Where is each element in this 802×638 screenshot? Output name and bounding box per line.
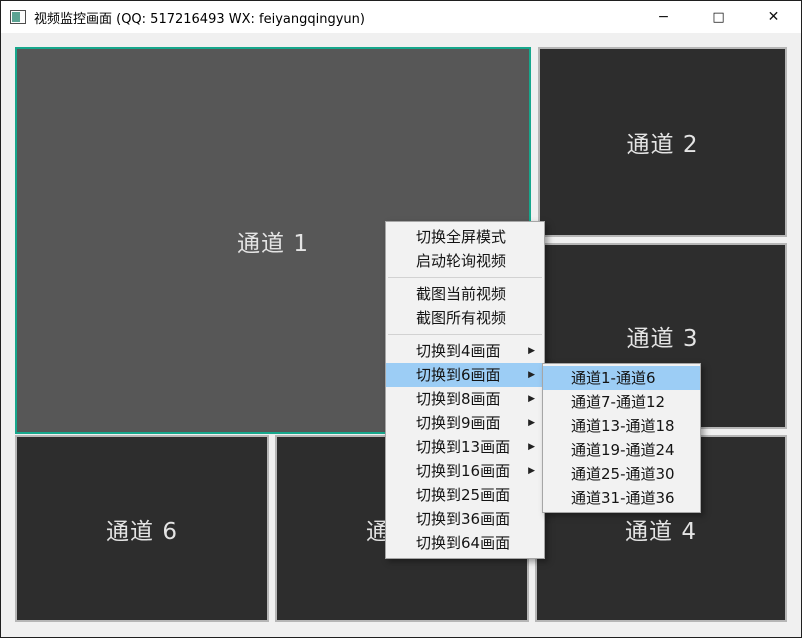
submenu-arrow-icon: ▶ <box>528 387 535 411</box>
menu-item-switch-13-screens[interactable]: 切换到13画面 ▶ <box>386 435 544 459</box>
menu-item-switch-16-screens[interactable]: 切换到16画面 ▶ <box>386 459 544 483</box>
channel-label: 通道 2 <box>627 125 699 159</box>
menu-item-switch-25-screens[interactable]: 切换到25画面 <box>386 483 544 507</box>
menu-item-snapshot-current[interactable]: 截图当前视频 <box>386 282 544 306</box>
window-controls: − □ ✕ <box>636 1 801 33</box>
video-cell-channel-2[interactable]: 通道 2 <box>538 47 787 237</box>
app-window: 视频监控画面 (QQ: 517216493 WX: feiyangqingyun… <box>0 0 802 638</box>
menu-item-switch-9-screens[interactable]: 切换到9画面 ▶ <box>386 411 544 435</box>
submenu-item-ch7-12[interactable]: 通道7-通道12 <box>543 390 700 414</box>
submenu-arrow-icon: ▶ <box>528 363 535 387</box>
app-icon <box>10 10 26 24</box>
menu-separator <box>388 334 542 335</box>
menu-item-label: 切换到6画面 <box>416 366 501 384</box>
submenu-item-ch31-36[interactable]: 通道31-通道36 <box>543 486 700 510</box>
menu-item-label: 切换到13画面 <box>416 438 510 456</box>
submenu-arrow-icon: ▶ <box>528 411 535 435</box>
maximize-button-icon[interactable]: □ <box>691 1 746 33</box>
channel-label: 通道 6 <box>106 512 178 546</box>
channel-label: 通道 4 <box>625 512 697 546</box>
menu-item-label: 切换到4画面 <box>416 342 501 360</box>
submenu-item-ch19-24[interactable]: 通道19-通道24 <box>543 438 700 462</box>
menu-item-label: 切换到8画面 <box>416 390 501 408</box>
menu-item-switch-36-screens[interactable]: 切换到36画面 <box>386 507 544 531</box>
menu-item-start-poll-video[interactable]: 启动轮询视频 <box>386 249 544 273</box>
menu-item-switch-4-screens[interactable]: 切换到4画面 ▶ <box>386 339 544 363</box>
menu-item-switch-64-screens[interactable]: 切换到64画面 <box>386 531 544 555</box>
submenu-arrow-icon: ▶ <box>528 339 535 363</box>
menu-item-switch-6-screens[interactable]: 切换到6画面 ▶ <box>386 363 544 387</box>
video-cell-channel-6[interactable]: 通道 6 <box>15 435 269 622</box>
titlebar: 视频监控画面 (QQ: 517216493 WX: feiyangqingyun… <box>1 1 801 33</box>
close-button-icon[interactable]: ✕ <box>746 1 801 33</box>
submenu-arrow-icon: ▶ <box>528 459 535 483</box>
menu-item-snapshot-all[interactable]: 截图所有视频 <box>386 306 544 330</box>
menu-separator <box>388 277 542 278</box>
submenu-item-ch1-6[interactable]: 通道1-通道6 <box>543 366 700 390</box>
menu-item-label: 切换到9画面 <box>416 414 501 432</box>
context-menu: 切换全屏模式 启动轮询视频 截图当前视频 截图所有视频 切换到4画面 ▶ 切换到… <box>385 221 545 559</box>
submenu-item-ch13-18[interactable]: 通道13-通道18 <box>543 414 700 438</box>
window-title: 视频监控画面 (QQ: 517216493 WX: feiyangqingyun… <box>34 8 365 27</box>
submenu-item-ch25-30[interactable]: 通道25-通道30 <box>543 462 700 486</box>
menu-item-switch-8-screens[interactable]: 切换到8画面 ▶ <box>386 387 544 411</box>
menu-item-label: 切换到16画面 <box>416 462 510 480</box>
submenu-arrow-icon: ▶ <box>528 435 535 459</box>
minimize-button-icon[interactable]: − <box>636 1 691 33</box>
channel-label: 通道 1 <box>237 224 309 258</box>
submenu: 通道1-通道6 通道7-通道12 通道13-通道18 通道19-通道24 通道2… <box>542 363 701 513</box>
app-icon-fill <box>12 12 20 22</box>
channel-label: 通道 3 <box>627 319 699 353</box>
menu-item-switch-fullscreen[interactable]: 切换全屏模式 <box>386 225 544 249</box>
